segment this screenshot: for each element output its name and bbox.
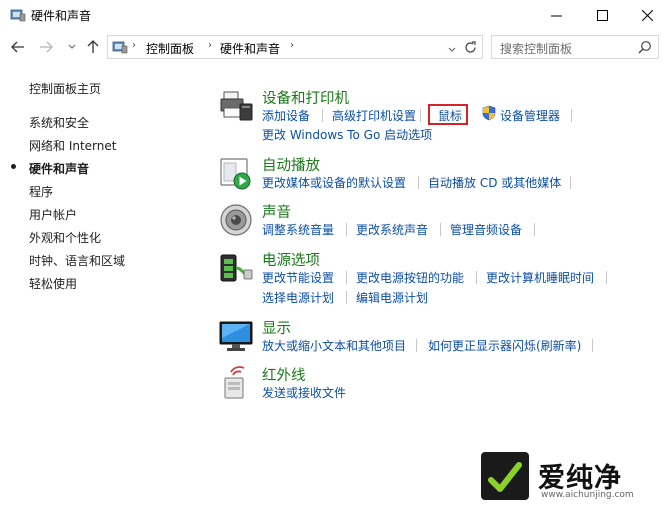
search-icon[interactable] (638, 40, 652, 54)
link-mouse[interactable]: 鼠标 (438, 107, 462, 124)
breadcrumb-control-panel[interactable]: 控制面板 (146, 40, 194, 57)
nav-network-internet[interactable]: 网络和 Internet (29, 137, 116, 154)
breadcrumb-separator-icon[interactable]: › (208, 40, 212, 51)
arrow-up-icon (87, 40, 99, 53)
address-dropdown[interactable] (448, 42, 456, 56)
category-title[interactable]: 红外线 (262, 364, 306, 385)
printer-icon (220, 91, 253, 121)
category-title[interactable]: 声音 (262, 201, 291, 222)
link-autoplay-cd[interactable]: 自动播放 CD 或其他媒体 (428, 174, 561, 191)
breadcrumb-hardware-sound[interactable]: 硬件和声音 (220, 40, 280, 57)
autoplay-icon (220, 158, 251, 190)
link-choose-power-plan[interactable]: 选择电源计划 (262, 289, 334, 306)
link-change-media-defaults[interactable]: 更改媒体或设备的默认设置 (262, 174, 406, 191)
link-send-receive-files[interactable]: 发送或接收文件 (262, 384, 346, 401)
title-bar: 硬件和声音 (0, 0, 670, 30)
nav-hardware-sound[interactable]: 硬件和声音 (29, 160, 89, 177)
chevron-down-icon (68, 44, 76, 49)
nav-ease-of-access[interactable]: 轻松使用 (29, 275, 77, 292)
link-edit-power-plan[interactable]: 编辑电源计划 (356, 289, 428, 306)
close-button[interactable] (624, 0, 670, 30)
nav-system-security[interactable]: 系统和安全 (29, 114, 89, 131)
link-power-saving-settings[interactable]: 更改节能设置 (262, 269, 334, 286)
speaker-icon (220, 204, 252, 236)
infrared-icon (224, 366, 245, 399)
watermark-logo-icon (488, 462, 522, 492)
active-indicator (11, 164, 16, 169)
nav-appearance[interactable]: 外观和个性化 (29, 229, 101, 246)
refresh-icon (464, 40, 476, 53)
divider (416, 339, 417, 352)
divider (420, 109, 421, 122)
divider (476, 271, 477, 284)
arrow-right-icon (40, 41, 53, 53)
link-add-device[interactable]: 添加设备 (262, 107, 310, 124)
nav-user-accounts[interactable]: 用户帐户 (29, 206, 77, 223)
control-panel-icon (112, 41, 128, 54)
watermark-url: www.aichunjing.com (541, 490, 634, 500)
breadcrumb-separator-icon[interactable]: › (132, 40, 136, 51)
nav-programs[interactable]: 程序 (29, 183, 53, 200)
category-title[interactable]: 自动播放 (262, 154, 320, 175)
link-adjust-volume[interactable]: 调整系统音量 (262, 221, 334, 238)
close-icon (641, 9, 653, 21)
link-fix-flicker[interactable]: 如何更正显示器闪烁(刷新率) (428, 337, 581, 354)
recent-dropdown[interactable] (64, 39, 80, 55)
refresh-button[interactable] (461, 38, 479, 56)
divider (570, 176, 571, 189)
link-windows-to-go[interactable]: 更改 Windows To Go 启动选项 (262, 126, 432, 143)
divider (571, 109, 572, 122)
nav-clock-region[interactable]: 时钟、语言和区域 (29, 252, 125, 269)
category-title[interactable]: 显示 (262, 317, 291, 338)
divider (606, 271, 607, 284)
divider (322, 109, 323, 122)
divider (346, 223, 347, 236)
divider (534, 223, 535, 236)
category-title[interactable]: 电源选项 (262, 249, 320, 270)
maximize-button[interactable] (579, 0, 625, 30)
minimize-button[interactable] (533, 0, 579, 30)
link-zoom-text[interactable]: 放大或缩小文本和其他项目 (262, 337, 406, 354)
link-change-system-sounds[interactable]: 更改系统声音 (356, 221, 428, 238)
nav-control-panel-home[interactable]: 控制面板主页 (29, 80, 101, 97)
watermark-logo (481, 452, 529, 500)
maximize-icon (596, 9, 608, 21)
monitor-icon (219, 321, 253, 351)
category-title[interactable]: 设备和打印机 (262, 87, 349, 108)
divider (440, 223, 441, 236)
shield-icon (482, 105, 496, 121)
search-input[interactable]: 搜索控制面板 (500, 40, 572, 57)
search-box[interactable]: 搜索控制面板 (491, 35, 659, 59)
up-button[interactable] (85, 39, 101, 55)
forward-button[interactable] (38, 39, 54, 55)
divider (418, 176, 419, 189)
link-power-button-function[interactable]: 更改电源按钮的功能 (356, 269, 464, 286)
link-advanced-printer-settings[interactable]: 高级打印机设置 (332, 107, 416, 124)
battery-icon (220, 254, 253, 282)
divider (346, 291, 347, 304)
breadcrumb-separator-icon[interactable]: › (290, 40, 294, 51)
window-title: 硬件和声音 (31, 9, 92, 23)
arrow-left-icon (11, 41, 24, 53)
control-panel-icon (10, 9, 26, 22)
back-button[interactable] (10, 39, 26, 55)
address-bar[interactable]: › 控制面板 › 硬件和声音 › (107, 35, 483, 59)
link-manage-audio-devices[interactable]: 管理音频设备 (450, 221, 522, 238)
divider (346, 271, 347, 284)
link-sleep-time[interactable]: 更改计算机睡眠时间 (486, 269, 594, 286)
divider (592, 339, 593, 352)
minimize-icon (550, 15, 562, 16)
chevron-down-icon (448, 47, 456, 52)
link-device-manager[interactable]: 设备管理器 (500, 107, 560, 124)
